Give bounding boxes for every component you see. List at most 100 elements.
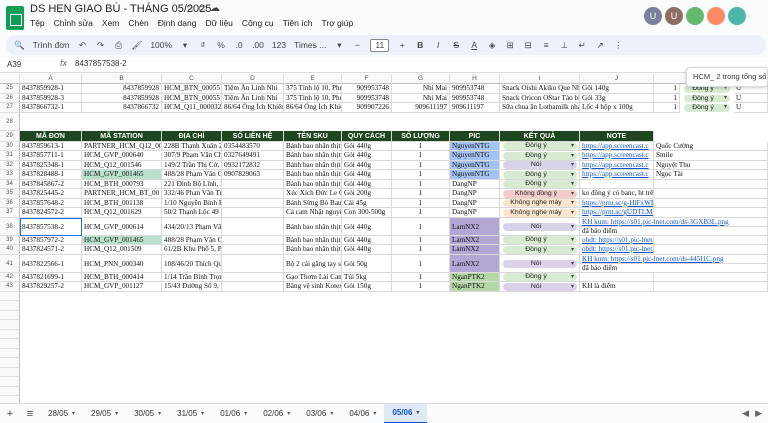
column-header-b[interactable]: B [82, 74, 162, 84]
cell[interactable]: Nhi Mai [392, 84, 450, 94]
cloud-status-icon[interactable]: ☁ [210, 3, 220, 14]
spec-cell[interactable]: Gói 440g [342, 151, 392, 161]
cell[interactable]: 909953748 [342, 84, 392, 94]
phone-cell[interactable] [222, 198, 284, 208]
chevron-down-icon[interactable]: ▾ [180, 38, 190, 52]
row-header[interactable]: 37 [0, 208, 20, 218]
quantity-cell[interactable]: 1 [392, 141, 450, 151]
station-cell[interactable]: PARTNER_HCM_Q12_00 [82, 141, 162, 151]
extra-cell[interactable] [654, 245, 768, 255]
column-title[interactable]: SỐ LIÊN HỆ [222, 130, 284, 142]
more-options-icon[interactable]: ⋮ [613, 38, 623, 52]
cell[interactable]: 8437866732 [82, 103, 162, 113]
cell[interactable]: 8437859928 [82, 93, 162, 103]
station-cell[interactable]: HCM_BTH_000414 [82, 272, 162, 282]
cell[interactable]: Nhi Mai [392, 93, 450, 103]
sku-cell[interactable]: Xúc Xích Đức Le Gourmet [284, 189, 342, 199]
cell[interactable]: 909611197 [450, 103, 500, 113]
increase-decimal-button[interactable]: .00 [252, 38, 264, 52]
column-header-c[interactable]: C [162, 74, 222, 84]
address-cell[interactable]: 228B Thạnh Xuân 2 [162, 141, 222, 151]
note-cell[interactable]: https://app.screencast.c [580, 160, 654, 170]
phone-cell[interactable] [222, 272, 284, 282]
sheet-tab-28-05[interactable]: 28/05 ▾ [40, 404, 83, 423]
note-cell[interactable]: https://prnt.sc/gUDTLMMxeDI7 [580, 208, 654, 218]
number-format-button[interactable]: 123 [272, 38, 286, 52]
order-id-cell[interactable]: 8437857972-2 [20, 235, 82, 245]
spec-cell[interactable]: Gói 50g [342, 254, 392, 273]
spec-cell[interactable]: Gói 440g [342, 235, 392, 245]
row-header[interactable]: 29 [0, 130, 20, 142]
sheet-tab-03-06[interactable]: 03/06 ▾ [298, 404, 341, 423]
strikethrough-button[interactable]: S [451, 38, 461, 52]
station-cell[interactable]: HCM_GVP_000614 [82, 217, 162, 236]
bold-button[interactable]: B [415, 38, 425, 52]
pic-cell[interactable]: NguyenNTG [450, 160, 500, 170]
address-cell[interactable]: 61/2B Khu Phố 5, Phường Hiệp Thành, [162, 245, 222, 255]
cell[interactable]: 909907226 [342, 103, 392, 113]
station-cell[interactable]: HCM_Q12_001546 [82, 160, 162, 170]
column-header-g[interactable]: G [392, 74, 450, 84]
order-id-cell[interactable]: 8437825445-2 [20, 189, 82, 199]
chevron-down-icon[interactable]: ▾ [334, 38, 344, 52]
sku-cell[interactable]: Bánh bao nhân thịt heo trứng [284, 179, 342, 189]
order-id-cell[interactable]: 8437857648-2 [20, 198, 82, 208]
address-cell[interactable]: 307/9 Phạm Văn Chiêu [162, 151, 222, 161]
order-id-cell[interactable]: 8437821699-1 [20, 272, 82, 282]
extra-cell[interactable]: Quốc Cường [654, 141, 768, 151]
cell[interactable]: 86/64 Ông Ích Khiêm, Phường [284, 103, 342, 113]
row-header[interactable] [0, 348, 20, 358]
cell[interactable]: Tiệm Ăn Linh Nhi [222, 93, 284, 103]
chevron-down-icon[interactable]: ▾ [158, 404, 161, 423]
menu-item[interactable]: Tiện ích [283, 18, 313, 28]
font-select[interactable]: Times ... [294, 38, 326, 52]
quantity-cell[interactable]: 1 [392, 217, 450, 236]
sheet-tab-05-06[interactable]: 05/06 ▾ [384, 403, 428, 423]
station-cell[interactable]: HCM_BTH_001138 [82, 198, 162, 208]
scroll-right-icon[interactable]: ▶ [755, 408, 762, 419]
cell[interactable]: 8437866732-1 [20, 103, 82, 113]
align-horizontal-icon[interactable]: ≡ [541, 38, 551, 52]
result-dropdown[interactable]: Không đồng ý [503, 189, 577, 198]
address-cell[interactable]: 50/2 Thạnh Lộc 49 Hà Huy Giáp, Phườn [162, 208, 222, 218]
spec-cell[interactable]: Cái 45g [342, 198, 392, 208]
address-cell[interactable]: 108/46/20 Thích Quảng Đức, Phường 0 [162, 254, 222, 273]
phone-cell[interactable] [222, 282, 284, 292]
address-cell[interactable]: 434/20/13 Phạm Văn Chiêu, Phường 09 [162, 217, 222, 236]
pic-cell[interactable]: LamNX2 [450, 217, 500, 236]
row-header[interactable] [0, 301, 20, 311]
cell[interactable]: HCM_BTN_00055 [162, 93, 222, 103]
cell[interactable]: Gói 33g [580, 93, 654, 103]
note-link[interactable]: KH kum: https://s01.pic-lnet.com/ds-445I… [580, 254, 768, 264]
row-header[interactable] [0, 320, 20, 330]
row-header[interactable] [0, 396, 20, 403]
result-dropdown[interactable]: Nói [503, 222, 577, 231]
result-dropdown[interactable]: Đồng ý [503, 236, 577, 245]
chevron-down-icon[interactable]: ▾ [115, 404, 118, 423]
column-header-e[interactable]: E [284, 74, 342, 84]
cell[interactable]: U [734, 103, 768, 113]
cell[interactable]: Snack Oishi Akiko Que Nhân [500, 84, 580, 94]
cell[interactable]: 909611197 [392, 103, 450, 113]
quantity-cell[interactable]: 1 [392, 189, 450, 199]
column-title[interactable]: TÊN SKU [284, 130, 342, 142]
order-id-cell[interactable]: 8437829257-2 [20, 282, 82, 292]
note-cell[interactable]: đã báo điểm [580, 263, 768, 273]
row-header[interactable]: 35 [0, 189, 20, 199]
phone-cell[interactable] [222, 245, 284, 255]
quantity-cell[interactable]: 1 [654, 103, 680, 113]
station-cell[interactable]: HCM_Q12_001509 [82, 245, 162, 255]
order-id-cell[interactable]: 8437822566-1 [20, 254, 82, 273]
address-cell[interactable]: 332/46 Phan Văn Trị, Phường 11, Quận [162, 189, 222, 199]
result-dropdown[interactable]: Không nghe máy [503, 199, 577, 208]
result-dropdown[interactable]: Đồng ý [503, 170, 577, 179]
column-title[interactable]: MÃ STATION [82, 130, 162, 142]
station-cell[interactable]: HCM_GVP_001127 [82, 282, 162, 292]
quantity-cell[interactable]: 1 [392, 208, 450, 218]
sku-cell[interactable]: Bánh Sừng Bò Bauli Mooncake [284, 198, 342, 208]
note-cell[interactable]: obdt: https://s01.pic-lnet.com/ds-DBFH35… [580, 235, 654, 245]
sku-cell[interactable]: Bánh bao nhân thịt heo trứng [284, 160, 342, 170]
font-size-decrease-button[interactable]: − [352, 38, 362, 52]
address-cell[interactable]: 221 Đinh Bộ Lĩnh, Phường 26, Quận Bì [162, 179, 222, 189]
pic-cell[interactable]: DangNP [450, 179, 500, 189]
